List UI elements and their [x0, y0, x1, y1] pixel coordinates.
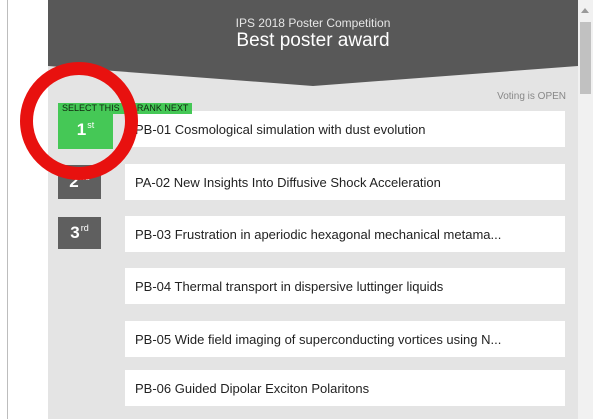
poster-title: PA-02 New Insights Into Diffusive Shock … — [135, 174, 441, 190]
rank-suffix: rd — [80, 223, 89, 233]
poster-title: PB-05 Wide field imaging of superconduct… — [135, 331, 502, 347]
scrollbar[interactable] — [578, 0, 593, 419]
scrollbar-thumb[interactable] — [580, 22, 591, 94]
voting-status: Voting is OPEN — [497, 91, 566, 102]
competition-name: IPS 2018 Poster Competition — [235, 16, 391, 30]
poster-row-2[interactable]: PA-02 New Insights Into Diffusive Shock … — [125, 164, 565, 200]
page-title: Best poster award — [236, 30, 390, 51]
rank-number: 3 — [70, 223, 80, 242]
poster-title: PB-03 Frustration in aperiodic hexagonal… — [135, 226, 502, 242]
window-frame-line — [7, 0, 8, 419]
poster-title: PB-01 Cosmological simulation with dust … — [135, 121, 426, 137]
rank-3-button[interactable]: 3rd — [58, 217, 101, 249]
poster-row-3[interactable]: PB-03 Frustration in aperiodic hexagonal… — [125, 216, 565, 252]
poster-title: PB-04 Thermal transport in dispersive lu… — [135, 278, 444, 294]
poster-title: PB-06 Guided Dipolar Exciton Polaritons — [135, 380, 370, 396]
panel-header: IPS 2018 Poster Competition Best poster … — [48, 0, 578, 66]
header-notch — [48, 66, 578, 86]
poster-row-4[interactable]: PB-04 Thermal transport in dispersive lu… — [125, 268, 565, 304]
poster-row-6[interactable]: PB-06 Guided Dipolar Exciton Polaritons — [125, 370, 565, 406]
highlight-circle-annotation — [20, 62, 138, 180]
voting-panel: IPS 2018 Poster Competition Best poster … — [48, 0, 578, 419]
poster-row-1[interactable]: PB-01 Cosmological simulation with dust … — [125, 111, 565, 147]
scroll-up-arrow-icon[interactable] — [581, 8, 589, 13]
poster-row-5[interactable]: PB-05 Wide field imaging of superconduct… — [125, 321, 565, 357]
